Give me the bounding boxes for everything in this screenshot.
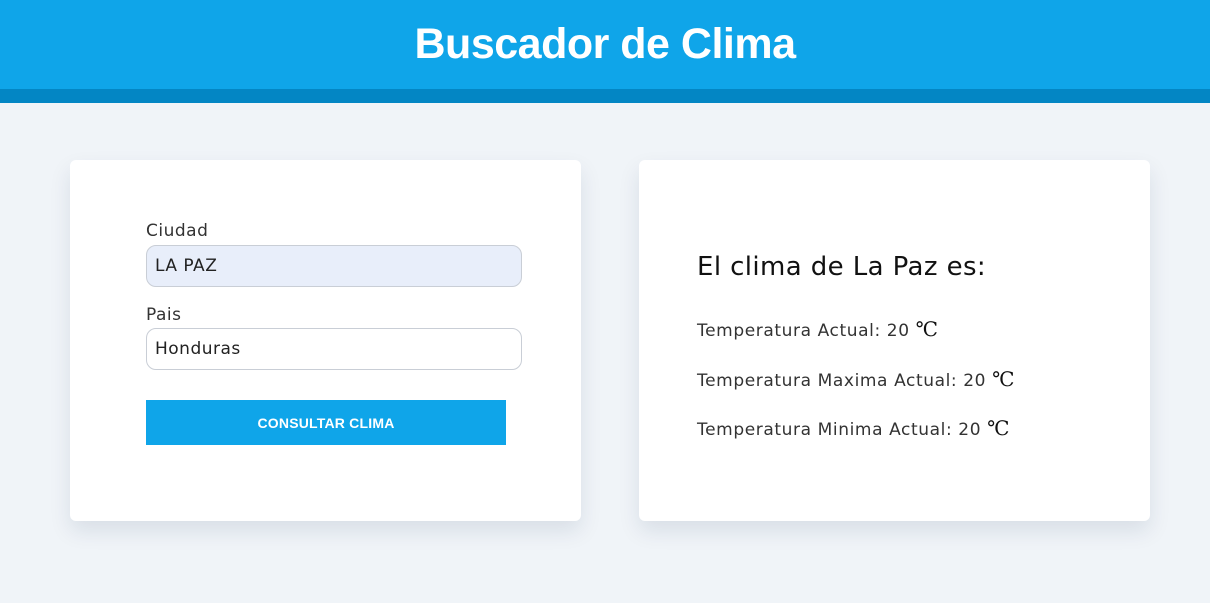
city-input[interactable] — [146, 245, 522, 287]
country-label: Pais — [146, 305, 182, 325]
max-temperature-text: Temperatura Maxima Actual: 20 — [697, 371, 987, 391]
country-input[interactable] — [146, 328, 522, 370]
weather-result-card: El clima de La Paz es: Temperatura Actua… — [639, 160, 1150, 521]
min-temperature-text: Temperatura Minima Actual: 20 — [697, 420, 982, 440]
current-temperature: Temperatura Actual: 20 ℃ — [697, 317, 939, 341]
max-temperature: Temperatura Maxima Actual: 20 ℃ — [697, 367, 1015, 391]
min-temperature: Temperatura Minima Actual: 20 ℃ — [697, 416, 1010, 440]
current-temperature-text: Temperatura Actual: 20 — [697, 321, 910, 341]
page-title: Buscador de Clima — [414, 20, 797, 68]
search-form-card: Ciudad Pais CONSULTAR CLIMA — [70, 160, 581, 521]
city-label: Ciudad — [146, 221, 209, 241]
app-header: Buscador de Clima — [0, 0, 1210, 103]
celsius-unit: ℃ — [915, 317, 939, 341]
celsius-unit: ℃ — [992, 367, 1016, 391]
celsius-unit: ℃ — [987, 416, 1011, 440]
result-title: El clima de La Paz es: — [697, 252, 987, 282]
consult-weather-button[interactable]: CONSULTAR CLIMA — [146, 400, 506, 445]
